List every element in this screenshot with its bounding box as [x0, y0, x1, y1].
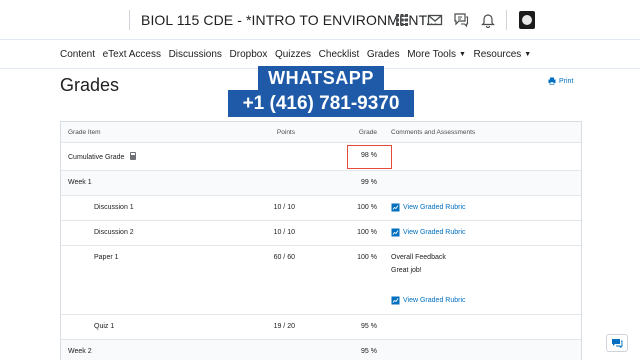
nav-item-label: Checklist	[318, 49, 360, 60]
nav-item-resources[interactable]: Resources ▼	[473, 49, 531, 60]
highlight-box	[347, 145, 392, 169]
printer-icon	[548, 77, 556, 85]
row-item: Discussion 1	[94, 204, 134, 211]
calculator-icon[interactable]	[130, 152, 137, 160]
nav-item-label: eText Access	[102, 49, 161, 60]
row-grade: 95 %	[361, 348, 377, 355]
header-points[interactable]: Points	[277, 129, 295, 136]
nav-item-label: Content	[60, 49, 96, 60]
rubric-label: View Graded Rubric	[403, 297, 466, 304]
mail-icon[interactable]	[427, 12, 443, 28]
chat-widget-button[interactable]	[606, 334, 628, 352]
table-row: Week 2 95 %	[61, 340, 581, 360]
avatar[interactable]	[519, 11, 535, 29]
print-button[interactable]: Print	[548, 77, 573, 85]
course-navbar: Content eText Access Discussions Dropbox…	[0, 41, 640, 69]
view-graded-rubric-link[interactable]: View Graded Rubric	[391, 228, 466, 237]
top-header: BIOL 115 CDE - *INTRO TO ENVIRONMENT...	[0, 0, 640, 40]
row-item: Quiz 1	[94, 323, 115, 330]
feedback-text: Great job!	[391, 267, 422, 274]
header-comments[interactable]: Comments and Assessments	[391, 129, 475, 136]
watermark-line-1: WHATSAPP	[258, 66, 384, 90]
table-row: Quiz 1 19 / 20 95 %	[61, 315, 581, 340]
nav-item-quizzes[interactable]: Quizzes	[275, 49, 311, 60]
nav-items: Content eText Access Discussions Dropbox…	[60, 49, 539, 60]
row-points: 19 / 20	[273, 323, 295, 330]
rubric-icon	[391, 296, 400, 305]
row-grade: 100 %	[357, 254, 377, 261]
row-item: Cumulative Grade	[68, 152, 137, 161]
page-title: Grades	[60, 75, 120, 95]
row-item-label: Cumulative Grade	[68, 154, 125, 161]
view-graded-rubric-link[interactable]: View Graded Rubric	[391, 296, 466, 305]
feedback-title: Overall Feedback	[391, 254, 446, 261]
nav-item-label: Grades	[366, 49, 400, 60]
nav-item-discussions[interactable]: Discussions	[169, 49, 222, 60]
row-item: Paper 1	[94, 254, 119, 261]
row-points: 60 / 60	[273, 254, 295, 261]
header-grade-item[interactable]: Grade Item	[68, 129, 101, 136]
row-grade: 100 %	[357, 204, 377, 211]
header-grade[interactable]: Grade	[359, 129, 377, 136]
print-label: Print	[559, 77, 574, 85]
row-item: Week 1	[68, 179, 92, 186]
row-points: 10 / 10	[273, 204, 295, 211]
nav-item-content[interactable]: Content	[60, 49, 95, 60]
chevron-down-icon: ▼	[458, 51, 466, 58]
watermark-line-2: +1 (416) 781-9370	[228, 90, 414, 117]
nav-item-dropbox[interactable]: Dropbox	[230, 49, 268, 60]
row-grade: 100 %	[357, 229, 377, 236]
nav-item-checklist[interactable]: Checklist	[319, 49, 360, 60]
rubric-icon	[391, 228, 400, 237]
chat-icon	[612, 339, 623, 348]
rubric-label: View Graded Rubric	[403, 229, 466, 236]
header-divider	[506, 10, 507, 30]
row-grade: 99 %	[361, 179, 377, 186]
nav-item-etext-access[interactable]: eText Access	[103, 49, 161, 60]
table-row: Cumulative Grade 98 %	[61, 143, 581, 171]
grades-table: Grade Item Points Grade Comments and Ass…	[60, 121, 582, 360]
rubric-label: View Graded Rubric	[403, 204, 466, 211]
chat-bubbles-icon[interactable]	[453, 12, 469, 28]
nav-item-label: Quizzes	[274, 49, 312, 60]
nav-item-label: Dropbox	[229, 49, 268, 60]
table-row: Week 1 99 %	[61, 171, 581, 196]
nav-item-grades[interactable]: Grades	[367, 49, 400, 60]
header-divider	[129, 10, 130, 30]
chevron-down-icon: ▼	[524, 51, 532, 58]
row-item: Discussion 2	[94, 229, 134, 236]
view-graded-rubric-link[interactable]: View Graded Rubric	[391, 203, 466, 212]
rubric-icon	[391, 203, 400, 212]
row-item: Week 2	[68, 348, 92, 355]
table-header: Grade Item Points Grade Comments and Ass…	[61, 122, 581, 143]
nav-item-label: Resources	[473, 49, 522, 60]
nav-item-more-tools[interactable]: More Tools ▼	[407, 49, 466, 60]
bell-icon[interactable]	[480, 12, 496, 28]
nav-item-label: Discussions	[168, 49, 222, 60]
row-grade: 95 %	[361, 323, 377, 330]
table-row: Paper 1 60 / 60 100 % Overall Feedback G…	[61, 246, 581, 315]
table-row: Discussion 2 10 / 10 100 % View Graded R…	[61, 221, 581, 246]
nav-item-label: More Tools	[407, 49, 456, 60]
apps-grid-icon[interactable]	[394, 12, 410, 28]
table-row: Discussion 1 10 / 10 100 % View Graded R…	[61, 196, 581, 221]
row-points: 10 / 10	[273, 229, 295, 236]
